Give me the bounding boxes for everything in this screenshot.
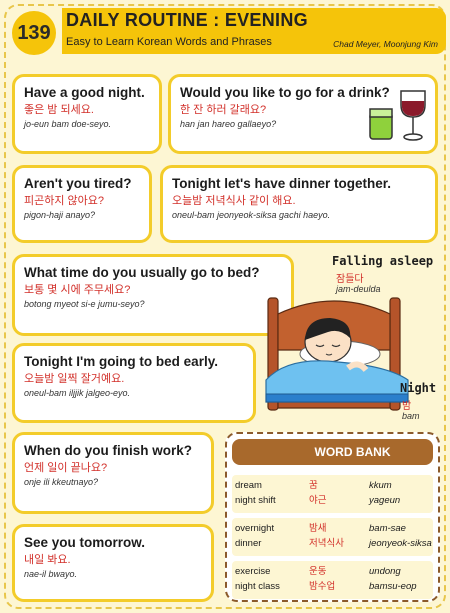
night-label: Night <box>400 381 437 395</box>
word-bank-group: exercise night class 운동 밤수업 undong bamsu… <box>232 561 433 599</box>
phrase-english: Tonight I'm going to bed early. <box>24 354 218 369</box>
word-romanization: yageun <box>369 495 401 506</box>
falling-asleep-label: Falling asleep <box>332 254 434 268</box>
sleeping-boy-illustration <box>265 297 409 411</box>
word-romanization: jeonyeok-siksa <box>369 538 432 549</box>
word-bank-group: overnight dinner 밤새 저녁식사 bam-sae jeonyeo… <box>232 518 433 556</box>
phrase-korean: 오늘밤 일찍 잘거예요. <box>24 373 125 385</box>
header: 139 DAILY ROUTINE : EVENING Easy to Lear… <box>0 0 450 58</box>
phrase-card: Have a good night. 좋은 밤 되세요. jo-eun bam … <box>12 74 162 154</box>
phrase-romanization: jo-eun bam doe-seyo. <box>24 119 112 129</box>
phrase-korean: 보통 몇 시에 주무세요? <box>24 284 131 296</box>
word-korean: 저녁식사 <box>309 538 344 549</box>
word-korean: 밤수업 <box>309 581 336 592</box>
word-korean: 운동 <box>309 566 327 577</box>
phrase-korean: 피곤하지 않아요? <box>24 195 105 207</box>
phrase-korean: 좋은 밤 되세요. <box>24 104 94 116</box>
phrase-romanization: oneul-bam iljjik jalgeo-eyo. <box>24 388 131 398</box>
page: 139 DAILY ROUTINE : EVENING Easy to Lear… <box>0 0 450 613</box>
word-bank-group: dream night shift 꿈 야근 kkum yageun <box>232 475 433 513</box>
phrase-romanization: pigon-haji anayo? <box>24 210 96 220</box>
word-bank: WORD BANK dream night shift 꿈 야근 kkum ya… <box>225 432 440 602</box>
word-english: dream <box>235 480 262 491</box>
lesson-number: 139 <box>12 11 56 55</box>
word-bank-title: WORD BANK <box>232 439 433 465</box>
word-english: dinner <box>235 538 262 549</box>
phrase-card: What time do you usually go to bed? 보통 몇… <box>12 254 294 336</box>
phrase-card: Tonight I'm going to bed early. 오늘밤 일찍 잘… <box>12 343 256 423</box>
phrase-romanization: oneul-bam jeonyeok-siksa gachi haeyo. <box>172 210 331 220</box>
phrase-korean: 내일 봐요. <box>24 554 71 566</box>
authors: Chad Meyer, Moonjung Kim <box>333 39 438 49</box>
page-title: DAILY ROUTINE : EVENING <box>66 10 308 30</box>
phrase-korean: 언제 일이 끝나요? <box>24 462 108 474</box>
word-romanization: undong <box>369 566 401 577</box>
night-romanization: bam <box>402 411 420 421</box>
word-romanization: bamsu-eop <box>369 581 417 592</box>
phrase-english: See you tomorrow. <box>24 535 146 550</box>
phrase-korean: 오늘밤 저녁식사 같이 해요. <box>172 195 296 207</box>
falling-asleep-korean: 잠들다 <box>336 274 364 285</box>
phrase-romanization: botong myeot si-e jumu-seyo? <box>24 299 145 309</box>
phrase-english: Tonight let's have dinner together. <box>172 176 391 191</box>
phrase-card: Would you like to go for a drink? 한 잔 하러… <box>168 74 438 154</box>
word-korean: 밤새 <box>309 523 327 534</box>
word-korean: 꿈 <box>309 480 318 491</box>
phrase-romanization: onje ili kkeutnayo? <box>24 477 99 487</box>
word-romanization: kkum <box>369 480 392 491</box>
word-english: exercise <box>235 566 271 577</box>
word-korean: 야근 <box>309 495 327 506</box>
word-english: overnight <box>235 523 275 534</box>
page-subtitle: Easy to Learn Korean Words and Phrases <box>66 36 272 48</box>
phrase-english: When do you finish work? <box>24 443 192 458</box>
drink-glasses-icon <box>369 90 426 141</box>
phrase-english: Have a good night. <box>24 85 145 100</box>
word-english: night shift <box>235 495 276 506</box>
phrase-card: See you tomorrow. 내일 봐요. nae-il bwayo. <box>12 524 214 602</box>
phrase-card: When do you finish work? 언제 일이 끝나요? onje… <box>12 432 214 514</box>
night-korean: 밤 <box>402 401 412 412</box>
word-english: night class <box>235 581 280 592</box>
phrase-card: Tonight let's have dinner together. 오늘밤 … <box>160 165 438 243</box>
phrase-english: What time do you usually go to bed? <box>24 265 260 280</box>
phrase-romanization: nae-il bwayo. <box>24 569 78 579</box>
phrase-card: Aren't you tired? 피곤하지 않아요? pigon-haji a… <box>12 165 152 243</box>
phrase-english: Aren't you tired? <box>24 176 132 191</box>
word-romanization: bam-sae <box>369 523 406 534</box>
